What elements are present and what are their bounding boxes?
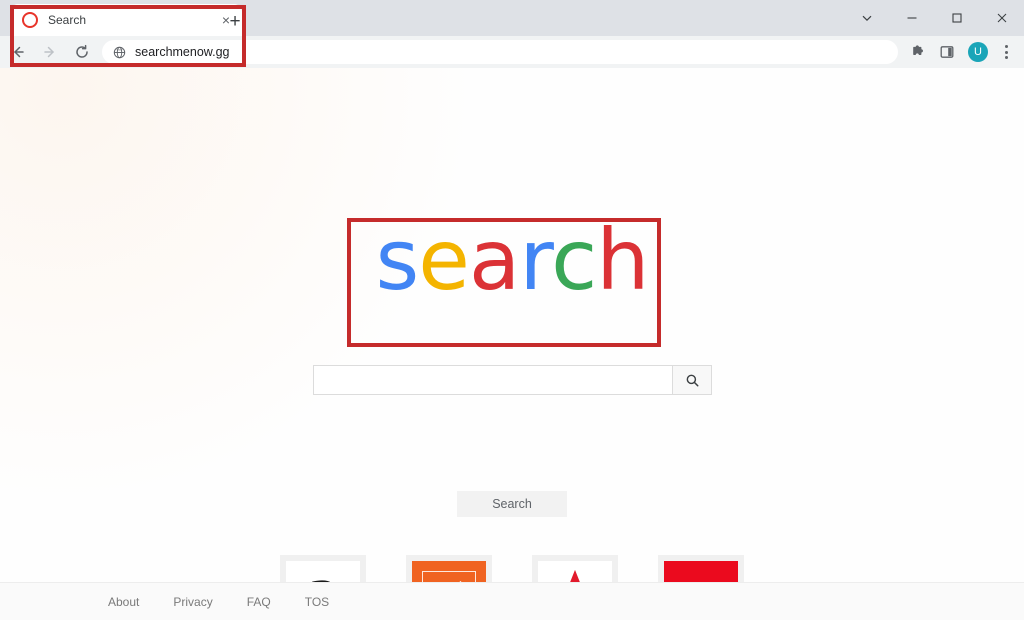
search-submit-magnifier-icon[interactable] — [672, 365, 712, 395]
back-arrow-icon[interactable] — [4, 38, 32, 66]
logo-letter-h: h — [596, 211, 649, 309]
browser-toolbar: searchmenow.gg U — [0, 36, 1024, 68]
page-footer: About Privacy FAQ TOS — [0, 582, 1024, 620]
search-bar — [313, 365, 712, 395]
browser-window: Search × + searchmenow.gg U search Searc… — [0, 0, 1024, 620]
browser-menu-icon[interactable] — [994, 39, 1018, 65]
address-bar-url: searchmenow.gg — [135, 45, 230, 59]
close-icon[interactable] — [979, 0, 1024, 36]
footer-link-privacy[interactable]: Privacy — [173, 595, 212, 609]
page-content: search Search a — [0, 68, 1024, 620]
forward-arrow-icon[interactable] — [36, 38, 64, 66]
side-panel-icon[interactable] — [934, 39, 960, 65]
tab-strip: Search × + — [0, 0, 1024, 36]
search-button[interactable]: Search — [457, 491, 567, 517]
tab-title: Search — [48, 13, 87, 27]
chevron-down-icon[interactable] — [844, 0, 889, 36]
logo-letter-c: c — [551, 211, 597, 309]
search-input[interactable] — [313, 365, 672, 395]
minimize-icon[interactable] — [889, 0, 934, 36]
profile-avatar[interactable]: U — [968, 42, 988, 62]
logo-letter-r: r — [519, 211, 552, 309]
window-controls — [844, 0, 1024, 36]
browser-tab-search[interactable]: Search × — [10, 4, 242, 36]
address-bar[interactable]: searchmenow.gg — [102, 40, 898, 64]
footer-link-faq[interactable]: FAQ — [247, 595, 271, 609]
maximize-icon[interactable] — [934, 0, 979, 36]
tab-favicon-red-ring-icon — [22, 12, 38, 28]
extensions-puzzle-icon[interactable] — [906, 39, 932, 65]
footer-link-tos[interactable]: TOS — [305, 595, 329, 609]
globe-icon — [112, 45, 126, 59]
footer-link-about[interactable]: About — [108, 595, 139, 609]
logo-letter-a: a — [468, 211, 520, 309]
site-logo: search — [0, 218, 1024, 302]
reload-icon[interactable] — [68, 38, 96, 66]
new-tab-button[interactable]: + — [222, 8, 248, 34]
logo-letter-e: e — [418, 211, 470, 309]
logo-letter-s: s — [375, 211, 419, 309]
